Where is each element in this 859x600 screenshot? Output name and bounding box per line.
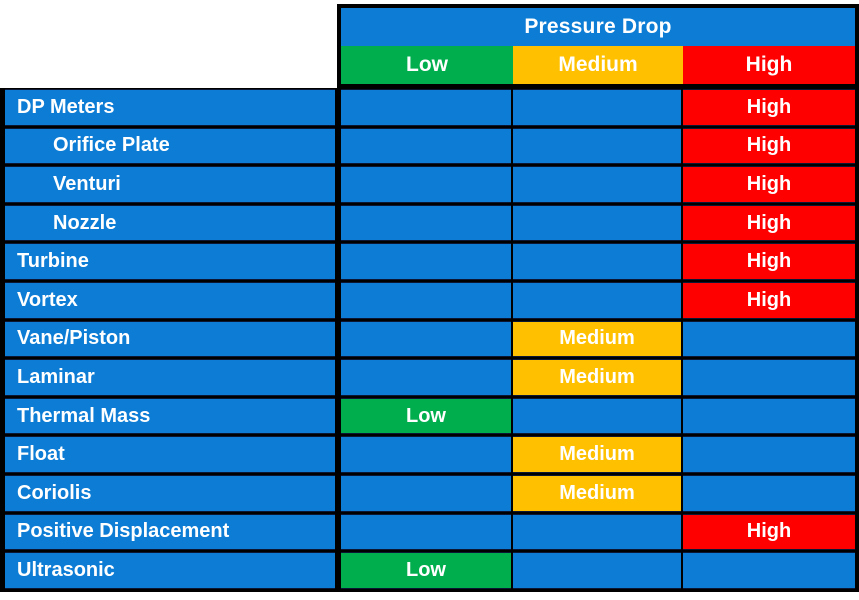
cell-medium xyxy=(513,89,681,126)
table-row: Turbine High xyxy=(0,242,859,281)
cell-low xyxy=(341,281,511,319)
cell-high xyxy=(683,474,855,512)
cell-medium xyxy=(513,243,681,280)
table-row: Thermal Mass Low xyxy=(0,397,859,436)
cell-medium xyxy=(513,397,681,435)
cell-low: Low xyxy=(341,397,511,435)
table-row: Laminar Medium xyxy=(0,358,859,397)
cell-high: High xyxy=(683,513,855,551)
cell-medium xyxy=(513,166,681,203)
table-row: Positive Displacement High xyxy=(0,513,859,552)
cell-high xyxy=(683,436,855,473)
cell-high: High xyxy=(683,166,855,203)
table-row: DP Meters High xyxy=(0,88,859,127)
table-row: Venturi High xyxy=(0,165,859,204)
cell-low xyxy=(341,436,511,473)
cell-medium: Medium xyxy=(513,436,681,473)
column-header-low: Low xyxy=(341,46,513,84)
cell-high: High xyxy=(683,89,855,126)
table-row: Vane/Piston Medium xyxy=(0,320,859,359)
cell-medium: Medium xyxy=(513,359,681,396)
column-header-row: Low Medium High xyxy=(341,46,855,84)
cell-medium xyxy=(513,204,681,242)
table-row: Orifice Plate High xyxy=(0,127,859,166)
cell-low xyxy=(341,166,511,203)
cell-high xyxy=(683,359,855,396)
cell-medium xyxy=(513,127,681,165)
row-label-venturi: Venturi xyxy=(5,166,335,203)
cell-low xyxy=(341,243,511,280)
row-label-coriolis: Coriolis xyxy=(5,474,335,512)
cell-low xyxy=(341,320,511,358)
row-label-dp-meters: DP Meters xyxy=(5,89,335,126)
column-header-medium: Medium xyxy=(513,46,683,84)
cell-high xyxy=(683,320,855,358)
cell-low xyxy=(341,513,511,551)
column-header-high: High xyxy=(683,46,855,84)
table-body: DP Meters High Orifice Plate High Venturi Hig… xyxy=(0,88,859,592)
row-label-thermal-mass: Thermal Mass xyxy=(5,397,335,435)
cell-low: Low xyxy=(341,552,511,589)
cell-medium xyxy=(513,513,681,551)
cell-medium xyxy=(513,281,681,319)
pressure-drop-matrix: Pressure Drop Low Medium High DP Meters H… xyxy=(0,0,859,600)
row-label-vane-piston: Vane/Piston xyxy=(5,320,335,358)
row-label-positive-displacement: Positive Displacement xyxy=(5,513,335,551)
table-row: Ultrasonic Low xyxy=(0,551,859,590)
table-row: Float Medium xyxy=(0,435,859,474)
table-row: Nozzle High xyxy=(0,204,859,243)
table-row: Coriolis Medium xyxy=(0,474,859,513)
row-label-vortex: Vortex xyxy=(5,281,335,319)
row-label-nozzle: Nozzle xyxy=(5,204,335,242)
row-label-turbine: Turbine xyxy=(5,243,335,280)
cell-high: High xyxy=(683,127,855,165)
cell-medium: Medium xyxy=(513,320,681,358)
row-label-orifice-plate: Orifice Plate xyxy=(5,127,335,165)
cell-medium: Medium xyxy=(513,474,681,512)
cell-low xyxy=(341,89,511,126)
cell-high: High xyxy=(683,281,855,319)
row-label-laminar: Laminar xyxy=(5,359,335,396)
cell-low xyxy=(341,359,511,396)
cell-high xyxy=(683,397,855,435)
group-header-pressure-drop: Pressure Drop xyxy=(341,8,855,46)
table-header-group: Pressure Drop Low Medium High xyxy=(337,4,859,88)
cell-medium xyxy=(513,552,681,589)
cell-high xyxy=(683,552,855,589)
cell-low xyxy=(341,204,511,242)
cell-low xyxy=(341,474,511,512)
cell-high: High xyxy=(683,204,855,242)
row-label-ultrasonic: Ultrasonic xyxy=(5,552,335,589)
table-row: Vortex High xyxy=(0,281,859,320)
cell-low xyxy=(341,127,511,165)
row-label-float: Float xyxy=(5,436,335,473)
cell-high: High xyxy=(683,243,855,280)
